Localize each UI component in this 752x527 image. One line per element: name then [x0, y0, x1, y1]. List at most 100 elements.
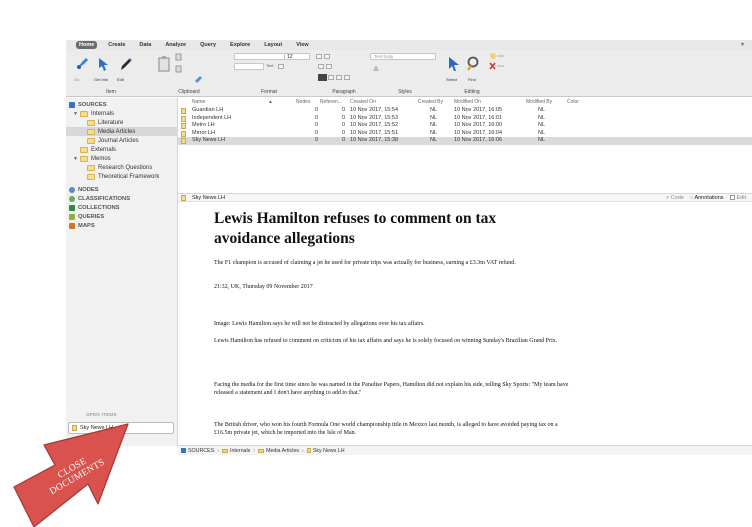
paste-button[interactable] — [154, 54, 174, 74]
folder-icon — [80, 155, 88, 162]
open-item-button[interactable] — [72, 54, 92, 74]
edit-checkbox[interactable] — [729, 195, 735, 201]
breadcrumb-media-articles[interactable]: Media Articles — [266, 448, 299, 454]
table-row[interactable]: Guardian LH 0 0 10 Nov 2017, 15:54 NL 10… — [178, 107, 752, 115]
brush-icon — [195, 76, 202, 83]
sidebar-item-maps[interactable]: MAPS — [66, 221, 178, 230]
col-nodes[interactable]: Nodes — [296, 99, 310, 107]
table-row[interactable]: Metro LH 0 0 10 Nov 2017, 15:52 NL 10 No… — [178, 122, 752, 130]
annotations-button[interactable]: ◌ Annotations — [690, 195, 724, 202]
sources-icon — [69, 101, 75, 108]
sidebar-item-queries[interactable]: QUERIES — [66, 212, 178, 221]
queries-icon — [69, 213, 75, 220]
sidebar-item-research-questions[interactable]: Research Questions — [66, 163, 178, 172]
col-color[interactable]: Color — [567, 99, 579, 107]
numbering-button[interactable] — [324, 54, 330, 59]
tab-home[interactable]: Home — [76, 41, 98, 49]
ribbon-group-clipboard: Clipboard — [154, 50, 224, 97]
sidebar-item-theoretical-framework[interactable]: Theoretical Framework — [66, 172, 178, 181]
tab-create[interactable]: Create — [105, 41, 128, 49]
tab-layout[interactable]: Layout — [261, 41, 285, 49]
copy-button[interactable] — [174, 64, 184, 74]
align-left-button[interactable] — [318, 74, 327, 81]
folder-icon — [80, 110, 88, 117]
sidebar-item-collections[interactable]: COLLECTIONS — [66, 203, 178, 212]
tab-data[interactable]: Data — [136, 41, 154, 49]
align-right-button[interactable] — [336, 75, 342, 80]
group-label-paragraph: Paragraph — [332, 89, 356, 95]
sidebar-item-internals[interactable]: ▼ Internals — [66, 109, 178, 118]
collapse-ribbon-icon[interactable]: ▾ — [741, 41, 744, 48]
tab-view[interactable]: View — [293, 41, 311, 49]
col-created-by[interactable]: Created By — [418, 99, 443, 107]
col-modified-on[interactable]: Modified On — [454, 99, 481, 107]
col-name[interactable]: Name — [192, 99, 205, 107]
sidebar-item-classifications[interactable]: CLASSIFICATIONS — [66, 194, 178, 203]
article-headline: Lewis Hamilton refuses to comment on tax… — [214, 210, 497, 247]
paragraph-style-select[interactable]: Text body — [370, 53, 436, 60]
table-row[interactable]: Mirror LH 0 0 10 Nov 2017, 15:51 NL 10 N… — [178, 130, 752, 138]
justify-button[interactable] — [344, 75, 350, 80]
edit-toggle[interactable]: Edit — [729, 195, 746, 202]
indent-button[interactable] — [318, 64, 324, 69]
table-row[interactable]: Sky News LH 0 0 10 Nov 2017, 15:38 NL 10… — [178, 137, 752, 145]
bullets-button[interactable] — [316, 54, 322, 59]
insert-icon[interactable] — [489, 52, 505, 60]
breadcrumb-sky-news[interactable]: Sky News LH — [313, 448, 345, 454]
chevron-right-icon: › — [217, 447, 219, 454]
cut-button[interactable] — [174, 52, 184, 62]
magnifier-icon — [467, 56, 479, 71]
collections-icon — [69, 204, 75, 211]
disclosure-open-icon[interactable]: ▼ — [73, 111, 80, 117]
breadcrumb-sources[interactable]: SOURCES — [188, 448, 214, 454]
sidebar-item-sources[interactable]: SOURCES — [66, 100, 178, 109]
sidebar-item-externals[interactable]: Externals — [66, 145, 178, 154]
folder-icon — [87, 137, 95, 144]
arrow-cursor-icon — [449, 57, 459, 71]
highlight-color-button[interactable] — [278, 64, 284, 69]
font-size-select[interactable]: 12 — [284, 53, 310, 60]
navigation-sidebar: SOURCES ▼ Internals Literature Media Art… — [66, 98, 178, 446]
col-references[interactable]: Referen... — [320, 99, 342, 107]
format-painter-button[interactable] — [192, 74, 208, 84]
col-created-on[interactable]: Created On — [350, 99, 376, 107]
delete-icon[interactable] — [489, 62, 505, 70]
get-info-button[interactable] — [94, 54, 114, 74]
breadcrumb-internals[interactable]: Internals — [230, 448, 250, 454]
sidebar-item-journal-articles[interactable]: Journal Articles — [66, 136, 178, 145]
group-label-item: Item — [106, 89, 116, 95]
list-header: Name ▲ Nodes Referen... Created On Creat… — [178, 99, 752, 107]
edit-button[interactable] — [116, 54, 136, 74]
nodes-icon — [69, 186, 75, 193]
document-content[interactable]: Lewis Hamilton refuses to comment on tax… — [178, 202, 752, 445]
text-style-buttons[interactable] — [234, 63, 264, 70]
code-button[interactable]: ⌕ Code — [666, 195, 684, 202]
table-row[interactable]: Independent LH 0 0 10 Nov 2017, 15:53 NL… — [178, 115, 752, 123]
align-center-button[interactable] — [328, 75, 334, 80]
select-button[interactable] — [444, 54, 464, 74]
sidebar-item-literature[interactable]: Literature — [66, 118, 178, 127]
document-icon — [181, 130, 186, 137]
tab-explore[interactable]: Explore — [227, 41, 253, 49]
disclosure-open-icon[interactable]: ▼ — [73, 156, 80, 162]
document-icon — [181, 123, 186, 129]
code-icon: ⌕ — [666, 195, 670, 201]
edit-label: Edit — [117, 77, 124, 82]
col-modified-by[interactable]: Modified By — [526, 99, 552, 107]
find-button[interactable] — [464, 54, 484, 74]
sidebar-item-nodes[interactable]: NODES — [66, 185, 178, 194]
article-paragraph: Facing the media for the first time sinc… — [214, 382, 569, 396]
document-icon — [306, 448, 311, 453]
tab-analyze[interactable]: Analyze — [162, 41, 189, 49]
reset-style-icon[interactable] — [372, 64, 380, 72]
sort-ascending-icon[interactable]: ▲ — [268, 99, 273, 107]
outdent-button[interactable] — [326, 64, 332, 69]
tab-query[interactable]: Query — [197, 41, 219, 49]
clipboard-icon — [158, 56, 170, 72]
folder-icon — [87, 173, 95, 180]
pin-icon — [77, 58, 88, 69]
group-label-clipboard: Clipboard — [178, 89, 200, 95]
sidebar-item-memos[interactable]: ▼ Memos — [66, 154, 178, 163]
sidebar-item-media-articles[interactable]: Media Articles — [66, 127, 178, 136]
article-dateline: 21:32, UK, Thursday 09 November 2017 — [214, 284, 313, 290]
